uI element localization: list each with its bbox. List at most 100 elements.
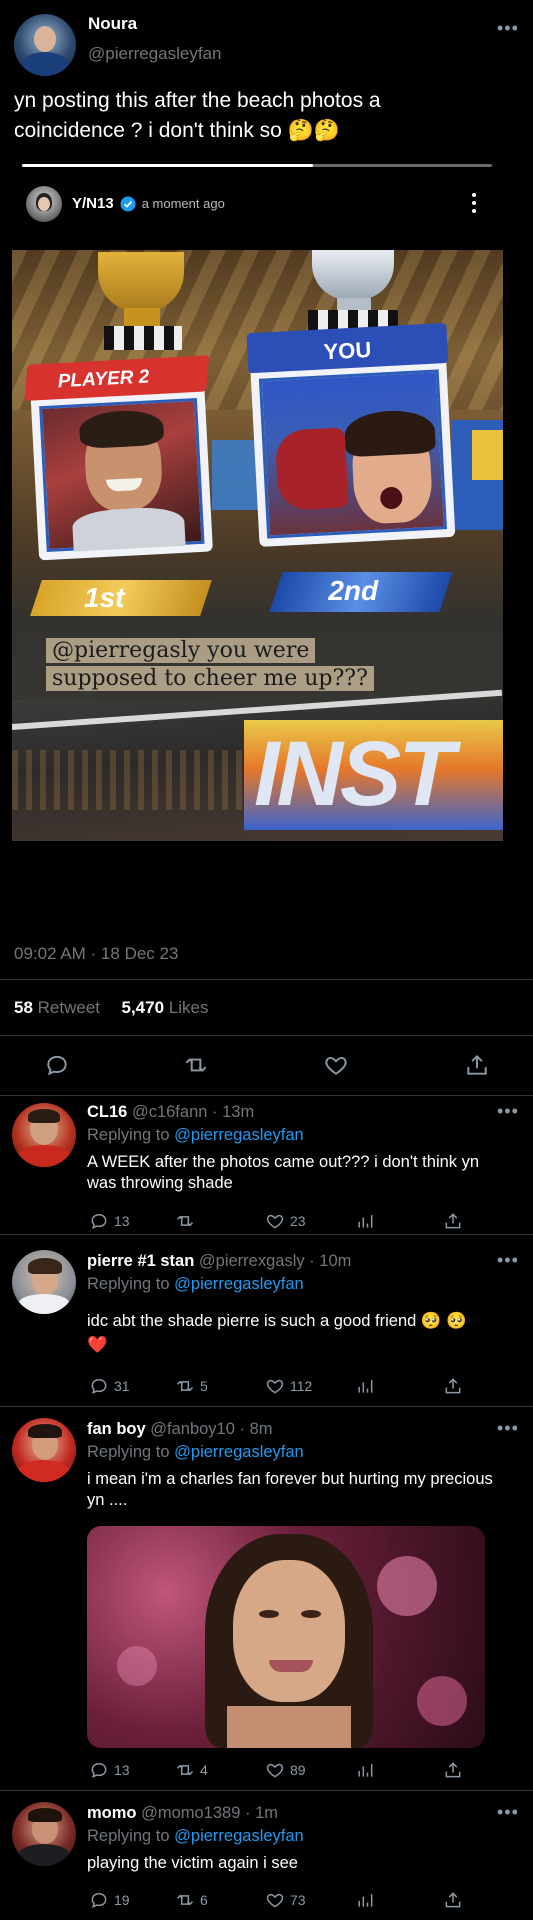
- replying-prefix: Replying to: [87, 1275, 170, 1293]
- share-icon[interactable]: [464, 1052, 490, 1078]
- reply-count: 13: [114, 1762, 130, 1778]
- reply-handle[interactable]: @fanboy10: [150, 1420, 235, 1438]
- reply-name[interactable]: pierre #1 stan: [87, 1252, 194, 1270]
- reply-avatar[interactable]: [12, 1103, 76, 1167]
- tweet-stats: 58 Retweet 5,470 Likes: [14, 998, 208, 1018]
- share-icon[interactable]: [443, 1760, 463, 1780]
- replying-prefix: Replying to: [87, 1443, 170, 1461]
- reply-actions: 19 6 73: [87, 1890, 487, 1912]
- reply-icon[interactable]: [89, 1890, 109, 1910]
- story-progress-fill: [22, 164, 314, 167]
- story-caption-line1: @pierregasly you were: [46, 638, 316, 663]
- retweet-label[interactable]: Retweet: [38, 998, 100, 1017]
- reply-handle[interactable]: @momo1389: [141, 1804, 240, 1822]
- reply-avatar[interactable]: [12, 1250, 76, 1314]
- reply-icon[interactable]: [89, 1760, 109, 1780]
- replying-prefix: Replying to: [87, 1126, 170, 1144]
- more-icon[interactable]: •••: [497, 1101, 519, 1122]
- replying-prefix: Replying to: [87, 1827, 170, 1845]
- reply-time[interactable]: 8m: [250, 1420, 273, 1438]
- share-icon[interactable]: [443, 1211, 463, 1231]
- second-place-label: 2nd: [328, 575, 379, 606]
- like-count: 73: [290, 1892, 306, 1908]
- more-icon[interactable]: •••: [497, 1250, 519, 1271]
- like-count: 23: [290, 1213, 306, 1229]
- replying-to-link[interactable]: @pierregasleyfan: [174, 1443, 304, 1461]
- you-label: YOU: [322, 336, 372, 365]
- story-time: a moment ago: [141, 196, 225, 211]
- story-image[interactable]: PLAYER 2 1st YOU 2nd @pierregasly you we…: [12, 250, 503, 841]
- tweet-timestamp[interactable]: 09:02 AM · 18 Dec 23: [14, 944, 178, 964]
- reply-count: 13: [114, 1213, 130, 1229]
- reply-tweet[interactable]: CL16 @c16fann · 13m ••• Replying to @pie…: [0, 1095, 533, 1234]
- reply-actions: 31 5 112: [87, 1376, 487, 1398]
- reply-tweet[interactable]: pierre #1 stan @pierrexgasly · 10m ••• R…: [0, 1234, 533, 1406]
- more-icon[interactable]: •••: [497, 1802, 519, 1823]
- analytics-icon[interactable]: [355, 1760, 375, 1780]
- replying-to-link[interactable]: @pierregasleyfan: [174, 1126, 304, 1144]
- author-name[interactable]: Noura: [88, 14, 137, 34]
- reply-time[interactable]: 10m: [319, 1252, 351, 1270]
- retweet-icon[interactable]: [175, 1890, 195, 1910]
- reply-media-image[interactable]: [87, 1526, 485, 1748]
- reply-tweet[interactable]: fan boy @fanboy10 · 8m ••• Replying to @…: [0, 1406, 533, 1790]
- reply-avatar[interactable]: [12, 1802, 76, 1866]
- retweet-count[interactable]: 58: [14, 998, 33, 1017]
- reply-tweet[interactable]: momo @momo1389 · 1m ••• Replying to @pie…: [0, 1790, 533, 1920]
- like-icon[interactable]: [265, 1376, 285, 1396]
- verified-icon: [120, 196, 136, 211]
- replying-to-link[interactable]: @pierregasleyfan: [174, 1275, 304, 1293]
- likes-label[interactable]: Likes: [169, 998, 209, 1017]
- reply-name[interactable]: CL16: [87, 1103, 127, 1121]
- likes-count[interactable]: 5,470: [122, 998, 165, 1017]
- retweet-icon[interactable]: [182, 1052, 210, 1078]
- retweet-icon[interactable]: [175, 1760, 195, 1780]
- analytics-icon[interactable]: [355, 1890, 375, 1910]
- second-place-banner: 2nd: [269, 572, 453, 612]
- reply-text: playing the victim again i see: [87, 1854, 298, 1872]
- more-icon[interactable]: •••: [497, 1418, 519, 1439]
- reply-text-heart: ❤️: [87, 1336, 108, 1354]
- first-place-banner: 1st: [30, 580, 212, 616]
- retweet-icon[interactable]: [175, 1211, 195, 1231]
- like-icon[interactable]: [265, 1211, 285, 1231]
- reply-time[interactable]: 1m: [255, 1804, 278, 1822]
- analytics-icon[interactable]: [355, 1376, 375, 1396]
- like-icon[interactable]: [323, 1052, 349, 1078]
- reply-handle[interactable]: @pierrexgasly: [199, 1252, 305, 1270]
- story-more-icon[interactable]: [471, 192, 477, 214]
- reply-text: i mean i'm a charles fan forever but hur…: [87, 1470, 493, 1509]
- story-username: Y/N13: [72, 195, 114, 212]
- reply-icon[interactable]: [89, 1376, 109, 1396]
- share-icon[interactable]: [443, 1376, 463, 1396]
- author-handle[interactable]: @pierregasleyfan: [88, 44, 222, 64]
- author-avatar[interactable]: [14, 14, 76, 76]
- first-place-label: 1st: [84, 582, 125, 613]
- reply-text: A WEEK after the photos came out??? i do…: [87, 1153, 480, 1192]
- reply-count: 31: [114, 1378, 130, 1394]
- replying-to-link[interactable]: @pierregasleyfan: [174, 1827, 304, 1845]
- analytics-icon[interactable]: [355, 1211, 375, 1231]
- story-banner: INST: [244, 720, 503, 830]
- like-icon[interactable]: [265, 1890, 285, 1910]
- reply-avatar[interactable]: [12, 1418, 76, 1482]
- reply-name[interactable]: momo: [87, 1804, 137, 1822]
- more-icon[interactable]: •••: [497, 18, 519, 39]
- reply-icon[interactable]: [44, 1052, 70, 1078]
- retweet-count: 6: [200, 1892, 208, 1908]
- story-caption-line2: supposed to cheer me up???: [46, 666, 374, 691]
- player2-card: PLAYER 2: [24, 355, 213, 561]
- story-banner-text: INST: [254, 723, 455, 825]
- you-card: YOU: [246, 322, 456, 547]
- tweet-text: yn posting this after the beach photos a…: [14, 89, 381, 142]
- story-avatar[interactable]: [26, 186, 62, 222]
- reply-handle[interactable]: @c16fann: [132, 1103, 207, 1121]
- story-progress-track: [22, 164, 492, 167]
- retweet-icon[interactable]: [175, 1376, 195, 1396]
- reply-time[interactable]: 13m: [222, 1103, 254, 1121]
- like-icon[interactable]: [265, 1760, 285, 1780]
- reply-name[interactable]: fan boy: [87, 1420, 146, 1438]
- story-user-row[interactable]: Y/N13 a moment ago: [72, 195, 225, 212]
- reply-icon[interactable]: [89, 1211, 109, 1231]
- share-icon[interactable]: [443, 1890, 463, 1910]
